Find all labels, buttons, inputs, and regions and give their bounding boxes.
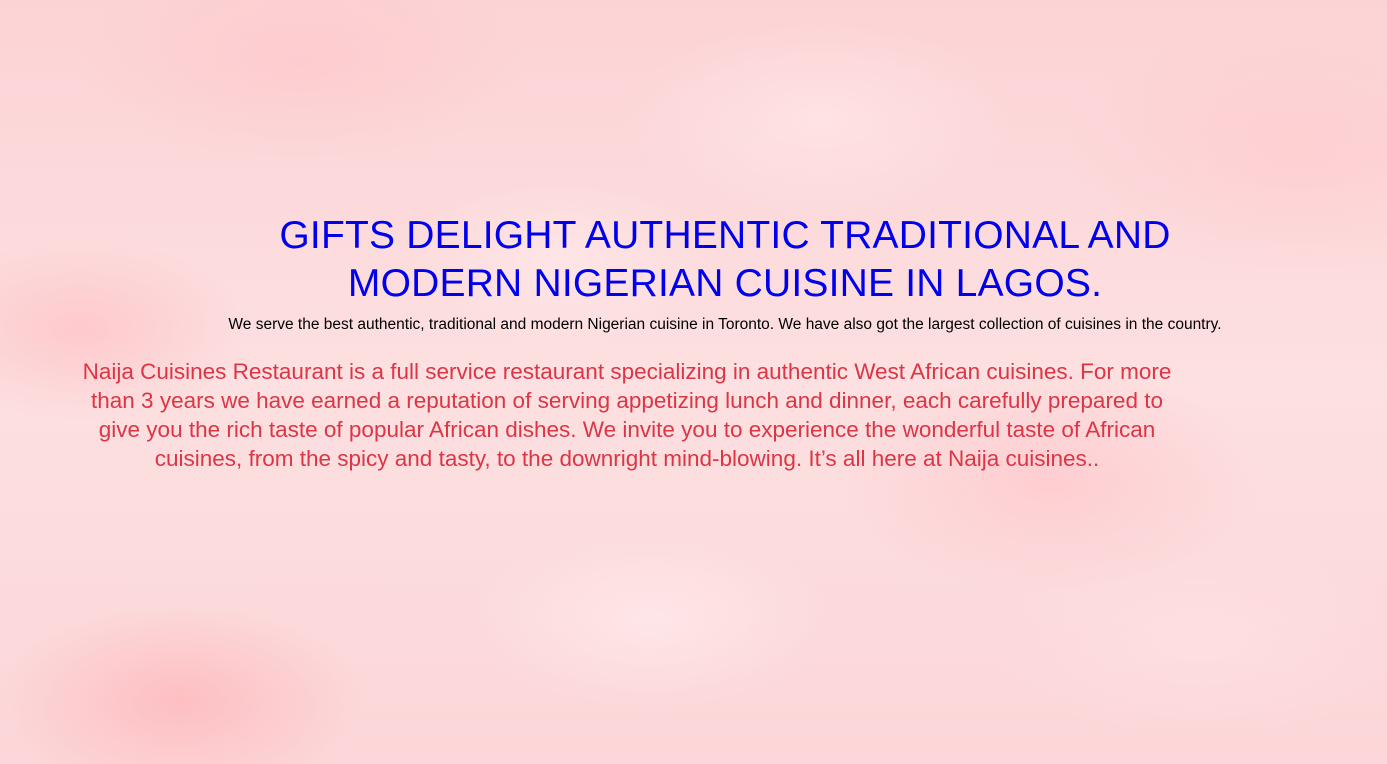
- hero-section: GIFTS DELIGHT AUTHENTIC TRADITIONAL AND …: [200, 212, 1250, 336]
- about-paragraph: Naija Cuisines Restaurant is a full serv…: [82, 359, 1172, 471]
- hero-subtitle: We serve the best authentic, traditional…: [228, 316, 1222, 333]
- page-title: GIFTS DELIGHT AUTHENTIC TRADITIONAL AND …: [279, 214, 1171, 305]
